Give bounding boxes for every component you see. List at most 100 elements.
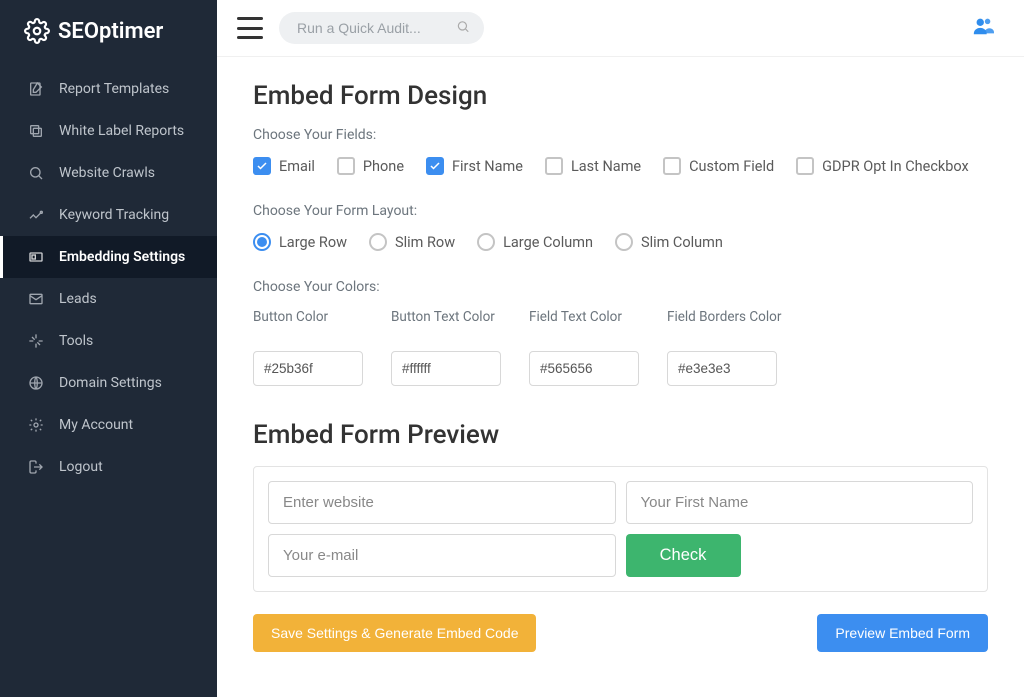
field-option-phone[interactable]: Phone <box>337 157 404 175</box>
color-col-button-text-color: Button Text Color <box>391 309 509 386</box>
design-title: Embed Form Design <box>253 81 988 111</box>
checkbox-label: First Name <box>452 158 523 175</box>
color-label: Button Text Color <box>391 309 509 343</box>
field-option-last-name[interactable]: Last Name <box>545 157 641 175</box>
checkbox[interactable] <box>337 157 355 175</box>
layout-label: Choose Your Form Layout: <box>253 203 988 219</box>
radio[interactable] <box>615 233 633 251</box>
radio-label: Slim Column <box>641 234 723 251</box>
sidebar-item-label: Website Crawls <box>59 165 155 181</box>
sidebar-item-label: My Account <box>59 417 133 433</box>
nav: Report Templates White Label Reports Websi… <box>0 62 217 488</box>
sidebar-item-embedding-settings[interactable]: Embedding Settings <box>0 236 217 278</box>
sidebar-item-label: Leads <box>59 291 97 307</box>
fields-row: Email Phone First Name Last Name Custom Fiel… <box>253 157 988 175</box>
checkbox-label: Last Name <box>571 158 641 175</box>
checkbox[interactable] <box>663 157 681 175</box>
color-label: Field Text Color <box>529 309 647 343</box>
checkbox-label: GDPR Opt In Checkbox <box>822 158 969 175</box>
sidebar-item-label: Report Templates <box>59 81 169 97</box>
color-col-button-color: Button Color <box>253 309 371 386</box>
users-icon[interactable] <box>970 15 996 41</box>
sidebar-item-label: White Label Reports <box>59 123 184 139</box>
preview-box: Check <box>253 466 988 592</box>
sidebar-item-white-label-reports[interactable]: White Label Reports <box>0 110 217 152</box>
sidebar-item-website-crawls[interactable]: Website Crawls <box>0 152 217 194</box>
trend-icon <box>27 206 45 224</box>
brand-icon <box>24 18 50 44</box>
document-edit-icon <box>27 80 45 98</box>
sidebar-item-keyword-tracking[interactable]: Keyword Tracking <box>0 194 217 236</box>
color-input[interactable] <box>253 351 363 386</box>
sidebar-item-label: Keyword Tracking <box>59 207 169 223</box>
website-input[interactable] <box>268 481 616 524</box>
radio-label: Slim Row <box>395 234 455 251</box>
color-label: Field Borders Color <box>667 309 785 343</box>
actions-row: Save Settings & Generate Embed Code Prev… <box>253 614 988 652</box>
sidebar-item-tools[interactable]: Tools <box>0 320 217 362</box>
search-wrap <box>279 12 484 44</box>
color-label: Button Color <box>253 309 371 343</box>
checkbox-label: Email <box>279 158 315 175</box>
colors-row: Button Color Button Text Color Field Text … <box>253 309 988 386</box>
globe-icon <box>27 374 45 392</box>
sidebar-item-report-templates[interactable]: Report Templates <box>0 68 217 110</box>
mail-icon <box>27 290 45 308</box>
content: Embed Form Design Choose Your Fields: Em… <box>217 57 1024 676</box>
layout-option-large-row[interactable]: Large Row <box>253 233 347 251</box>
preview-title: Embed Form Preview <box>253 420 988 450</box>
sidebar-item-label: Embedding Settings <box>59 249 185 265</box>
sidebar-item-my-account[interactable]: My Account <box>0 404 217 446</box>
hamburger-icon[interactable] <box>237 17 263 39</box>
color-input[interactable] <box>391 351 501 386</box>
field-option-email[interactable]: Email <box>253 157 315 175</box>
radio-label: Large Column <box>503 234 593 251</box>
sidebar-item-label: Domain Settings <box>59 375 162 391</box>
search-icon <box>456 19 470 38</box>
layout-row: Large Row Slim Row Large Column Slim Column <box>253 233 988 251</box>
radio[interactable] <box>369 233 387 251</box>
sidebar-item-domain-settings[interactable]: Domain Settings <box>0 362 217 404</box>
email-input[interactable] <box>268 534 616 577</box>
field-option-first-name[interactable]: First Name <box>426 157 523 175</box>
radio[interactable] <box>477 233 495 251</box>
checkbox[interactable] <box>545 157 563 175</box>
fields-label: Choose Your Fields: <box>253 127 988 143</box>
layout-option-slim-row[interactable]: Slim Row <box>369 233 455 251</box>
sidebar-item-label: Tools <box>59 333 93 349</box>
embed-icon <box>27 248 45 266</box>
color-col-field-text-color: Field Text Color <box>529 309 647 386</box>
save-button[interactable]: Save Settings & Generate Embed Code <box>253 614 536 652</box>
copy-icon <box>27 122 45 140</box>
logout-icon <box>27 458 45 476</box>
checkbox-label: Custom Field <box>689 158 774 175</box>
check-button[interactable]: Check <box>626 534 741 577</box>
color-col-field-borders-color: Field Borders Color <box>667 309 785 386</box>
checkbox-label: Phone <box>363 158 404 175</box>
sidebar-item-label: Logout <box>59 459 103 475</box>
radio[interactable] <box>253 233 271 251</box>
colors-label: Choose Your Colors: <box>253 279 988 295</box>
main: Embed Form Design Choose Your Fields: Em… <box>217 0 1024 697</box>
brand-text: SEOptimer <box>58 19 163 44</box>
color-input[interactable] <box>529 351 639 386</box>
gear-icon <box>27 416 45 434</box>
layout-option-slim-column[interactable]: Slim Column <box>615 233 723 251</box>
checkbox[interactable] <box>253 157 271 175</box>
field-option-custom-field[interactable]: Custom Field <box>663 157 774 175</box>
sidebar-item-logout[interactable]: Logout <box>0 446 217 488</box>
checkbox[interactable] <box>796 157 814 175</box>
brand: SEOptimer <box>0 0 217 62</box>
checkbox[interactable] <box>426 157 444 175</box>
search-icon <box>27 164 45 182</box>
sidebar-item-leads[interactable]: Leads <box>0 278 217 320</box>
firstname-input[interactable] <box>626 481 974 524</box>
radio-label: Large Row <box>279 234 347 251</box>
layout-option-large-column[interactable]: Large Column <box>477 233 593 251</box>
field-option-gdpr-opt-in-checkbox[interactable]: GDPR Opt In Checkbox <box>796 157 969 175</box>
preview-button[interactable]: Preview Embed Form <box>817 614 988 652</box>
search-input[interactable] <box>279 12 484 44</box>
color-input[interactable] <box>667 351 777 386</box>
tool-icon <box>27 332 45 350</box>
topbar <box>217 0 1024 57</box>
